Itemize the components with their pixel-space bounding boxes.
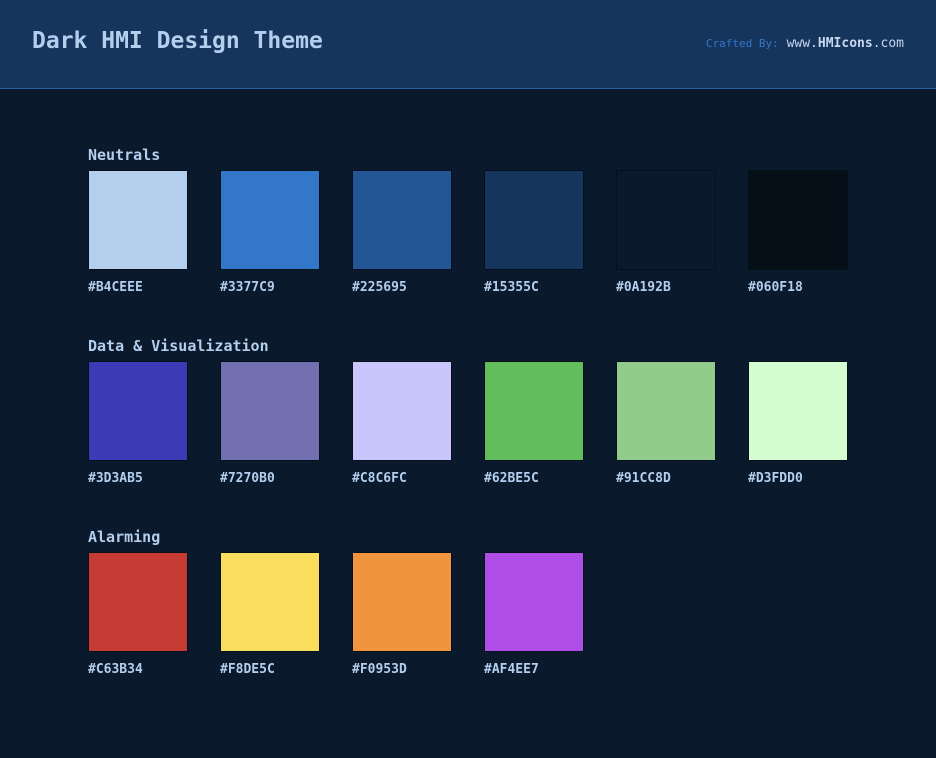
palette-section: Neutrals #B4CEEE #3377C9 #225695 #15355C #0A1… (88, 146, 848, 295)
swatch-row: #B4CEEE #3377C9 #225695 #15355C #0A192B #060F… (88, 170, 848, 295)
credit-link[interactable]: www.HMIcons.com (787, 36, 904, 51)
swatch-hex-label: #0A192B (616, 280, 671, 295)
palette-section: Data & Visualization #3D3AB5 #7270B0 #C8C6F… (88, 337, 848, 486)
color-swatch: #91CC8D (616, 361, 716, 486)
swatch-hex-label: #F8DE5C (220, 662, 275, 677)
section-title: Neutrals (88, 146, 161, 164)
swatch-hex-label: #7270B0 (220, 471, 275, 486)
swatch-hex-label: #225695 (352, 280, 407, 295)
swatch-hex-label: #F0953D (352, 662, 407, 677)
swatch-hex-label: #3D3AB5 (88, 471, 143, 486)
page-title: Dark HMI Design Theme (32, 28, 323, 54)
color-swatch: #3D3AB5 (88, 361, 188, 486)
swatch-color-box (352, 552, 452, 652)
credit-link-prefix: www. (786, 36, 818, 51)
credit-link-suffix: .com (872, 36, 904, 51)
swatch-hex-label: #D3FDD0 (748, 471, 803, 486)
credit-label: Crafted By: (705, 37, 779, 50)
swatch-hex-label: #AF4EE7 (484, 662, 539, 677)
color-swatch: #F0953D (352, 552, 452, 677)
header: Dark HMI Design Theme Crafted By: www.HM… (0, 0, 936, 89)
swatch-color-box (88, 170, 188, 270)
color-swatch: #15355C (484, 170, 584, 295)
color-swatch: #D3FDD0 (748, 361, 848, 486)
swatch-color-box (220, 361, 320, 461)
section-title: Data & Visualization (88, 337, 269, 355)
swatch-hex-label: #3377C9 (220, 280, 275, 295)
color-swatch: #060F18 (748, 170, 848, 295)
color-swatch: #AF4EE7 (484, 552, 584, 677)
swatch-hex-label: #91CC8D (616, 471, 671, 486)
swatch-color-box (220, 552, 320, 652)
swatch-color-box (616, 361, 716, 461)
swatch-hex-label: #C63B34 (88, 662, 143, 677)
swatch-row: #3D3AB5 #7270B0 #C8C6FC #62BE5C #91CC8D #D3FD… (88, 361, 848, 486)
swatch-hex-label: #62BE5C (484, 471, 539, 486)
color-swatch: #C63B34 (88, 552, 188, 677)
color-swatch: #225695 (352, 170, 452, 295)
color-swatch: #C8C6FC (352, 361, 452, 486)
swatch-color-box (88, 361, 188, 461)
palette-section: Alarming #C63B34 #F8DE5C #F0953D #AF4EE7 (88, 528, 584, 677)
swatch-color-box (484, 361, 584, 461)
swatch-color-box (748, 361, 848, 461)
credit-link-brand: HMIcons (817, 36, 873, 51)
swatch-color-box (484, 552, 584, 652)
swatch-color-box (352, 170, 452, 270)
color-swatch: #7270B0 (220, 361, 320, 486)
credit: Crafted By: www.HMIcons.com (706, 36, 904, 51)
color-swatch: #B4CEEE (88, 170, 188, 295)
swatch-color-box (352, 361, 452, 461)
color-swatch: #62BE5C (484, 361, 584, 486)
swatch-color-box (88, 552, 188, 652)
color-swatch: #3377C9 (220, 170, 320, 295)
section-title: Alarming (88, 528, 161, 546)
swatch-hex-label: #15355C (484, 280, 539, 295)
swatch-hex-label: #B4CEEE (88, 280, 143, 295)
swatch-color-box (484, 170, 584, 270)
color-swatch: #0A192B (616, 170, 716, 295)
swatch-color-box (220, 170, 320, 270)
swatch-hex-label: #060F18 (748, 280, 803, 295)
swatch-color-box (616, 170, 716, 270)
swatch-hex-label: #C8C6FC (352, 471, 407, 486)
swatch-color-box (748, 170, 848, 270)
color-swatch: #F8DE5C (220, 552, 320, 677)
swatch-row: #C63B34 #F8DE5C #F0953D #AF4EE7 (88, 552, 584, 677)
